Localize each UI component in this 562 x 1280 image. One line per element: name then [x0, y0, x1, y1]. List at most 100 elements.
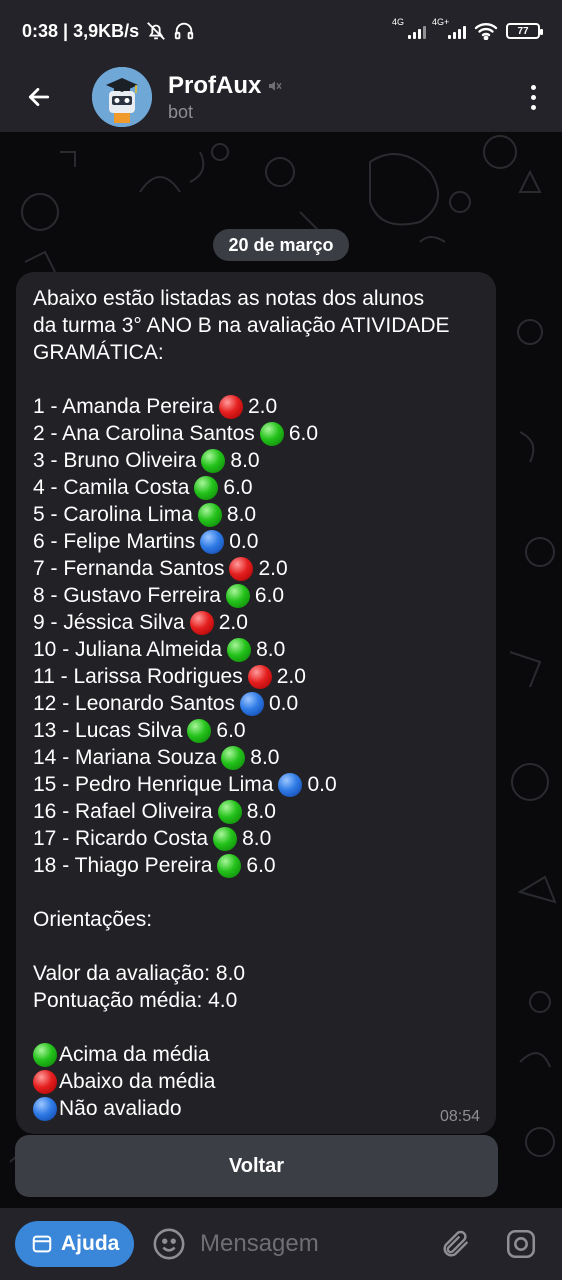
student-score: 6.0: [246, 854, 276, 877]
student-name: 3 - Bruno Oliveira: [33, 449, 197, 472]
student-score: 0.0: [229, 530, 259, 553]
student-score: 2.0: [218, 611, 248, 634]
green-circle-icon: [213, 826, 238, 851]
red-circle-icon: [247, 664, 272, 689]
message-input[interactable]: [200, 1230, 430, 1258]
blue-circle-icon: [200, 529, 225, 554]
green-circle-icon: [217, 853, 242, 878]
green-circle-icon: [221, 745, 246, 770]
grade-row: 10 - Juliana Almeida 8.0: [33, 636, 479, 663]
evaluation-value: Valor da avaliação: 8.0: [33, 962, 246, 985]
student-score: 8.0: [256, 638, 286, 661]
bot-avatar-icon: [92, 67, 152, 127]
student-name: 17 - Ricardo Costa: [33, 827, 209, 850]
student-name: 11 - Larissa Rodrigues: [33, 665, 243, 688]
green-circle-icon: [33, 1042, 57, 1067]
green-circle-icon: [197, 502, 222, 527]
chat-title: ProfAux: [168, 71, 262, 99]
signal-icon: 4G: [392, 17, 426, 39]
message-intro-line: da turma 3° ANO B na avaliação ATIVIDADE: [33, 314, 450, 337]
network-label-2: 4G+: [432, 17, 450, 27]
student-name: 10 - Juliana Almeida: [33, 638, 223, 661]
battery-level: 77: [517, 25, 529, 37]
grade-row: 7 - Fernanda Santos 2.0: [33, 555, 479, 582]
average-score: Pontuação média: 4.0: [33, 989, 238, 1012]
status-right: 4G 4G+ 77: [392, 17, 543, 40]
student-name: 12 - Leonardo Santos: [33, 692, 235, 715]
legend-label: Não avaliado: [59, 1097, 182, 1120]
green-circle-icon: [201, 448, 226, 473]
grade-row: 4 - Camila Costa 6.0: [33, 474, 479, 501]
student-score: 6.0: [223, 476, 253, 499]
grade-row: 8 - Gustavo Ferreira 6.0: [33, 582, 479, 609]
student-name: 6 - Felipe Martins: [33, 530, 196, 553]
legend-label: Acima da média: [59, 1043, 210, 1066]
network-label-1: 4G: [392, 17, 405, 27]
student-name: 2 - Ana Carolina Santos: [33, 422, 255, 445]
student-score: 8.0: [226, 503, 257, 526]
message-intro-line: GRAMÁTICA:: [33, 341, 164, 364]
grade-row: 1 - Amanda Pereira 2.0: [33, 393, 479, 420]
student-name: 15 - Pedro Henrique Lima: [33, 773, 274, 796]
date-separator: 20 de março: [213, 229, 349, 261]
back-button[interactable]: [22, 80, 56, 114]
green-circle-icon: [217, 799, 242, 824]
student-name: 18 - Thiago Pereira: [33, 854, 213, 877]
camera-icon[interactable]: [504, 1227, 538, 1261]
keyboard-panel-icon: [32, 1235, 52, 1253]
green-circle-icon: [194, 475, 219, 500]
voltar-button[interactable]: Voltar: [15, 1135, 498, 1197]
grade-row: 2 - Ana Carolina Santos 6.0: [33, 420, 479, 447]
green-circle-icon: [227, 637, 252, 662]
student-name: 14 - Mariana Souza: [33, 746, 217, 769]
grade-row: 18 - Thiago Pereira 6.0: [33, 852, 479, 879]
headphones-icon: [174, 22, 194, 40]
ajuda-button[interactable]: Ajuda: [15, 1221, 134, 1267]
student-name: 5 - Carolina Lima: [33, 503, 193, 526]
legend-label: Abaixo da média: [59, 1070, 216, 1093]
chat-area[interactable]: 20 de março Abaixo estão listadas as not…: [0, 132, 562, 1208]
grade-row: 15 - Pedro Henrique Lima 0.0: [33, 771, 479, 798]
student-name: 7 - Fernanda Santos: [33, 557, 225, 580]
status-left: 0:38 | 3,9KB/s: [22, 20, 195, 42]
student-score: 6.0: [254, 584, 285, 607]
message-time: 08:54: [439, 1108, 480, 1125]
student-score: 8.0: [246, 800, 276, 823]
chat-header: ProfAux bot: [0, 62, 562, 132]
blue-circle-icon: [33, 1096, 57, 1121]
grade-row: 14 - Mariana Souza 8.0: [33, 744, 479, 771]
grade-row: 13 - Lucas Silva 6.0: [33, 717, 479, 744]
grades-list: 1 - Amanda Pereira 2.0 2 - Ana Carolina Sa…: [33, 393, 479, 879]
muted-icon: [269, 80, 282, 91]
avatar[interactable]: [92, 67, 152, 127]
chat-title-block[interactable]: ProfAux bot: [168, 72, 283, 123]
student-name: 4 - Camila Costa: [33, 476, 190, 499]
message-bubble[interactable]: Abaixo estão listadas as notas dos aluno…: [16, 272, 496, 1134]
ajuda-label: Ajuda: [61, 1232, 120, 1255]
attach-icon[interactable]: [440, 1228, 472, 1260]
legend-item: Abaixo da média: [33, 1068, 479, 1095]
grade-row: 9 - Jéssica Silva 2.0: [33, 609, 479, 636]
green-circle-icon: [225, 583, 250, 608]
input-bar: Ajuda: [0, 1208, 562, 1280]
message-intro-line: Abaixo estão listadas as notas dos aluno…: [33, 287, 425, 310]
red-circle-icon: [33, 1069, 57, 1094]
student-name: 9 - Jéssica Silva: [33, 611, 185, 634]
battery-icon: 77: [506, 23, 543, 39]
bell-off-icon: [147, 22, 166, 40]
grade-row: 11 - Larissa Rodrigues 2.0: [33, 663, 479, 690]
grade-row: 17 - Ricardo Costa 8.0: [33, 825, 479, 852]
emoji-icon[interactable]: [152, 1227, 186, 1261]
status-time-speed: 0:38 | 3,9KB/s: [22, 20, 140, 41]
student-score: 8.0: [250, 746, 280, 769]
legend-item: Não avaliado: [33, 1095, 479, 1122]
student-score: 2.0: [247, 395, 278, 418]
more-menu-button[interactable]: [531, 84, 536, 110]
student-score: 8.0: [242, 827, 272, 850]
grade-row: 3 - Bruno Oliveira 8.0: [33, 447, 479, 474]
student-score: 0.0: [307, 773, 337, 796]
student-score: 6.0: [288, 422, 319, 445]
